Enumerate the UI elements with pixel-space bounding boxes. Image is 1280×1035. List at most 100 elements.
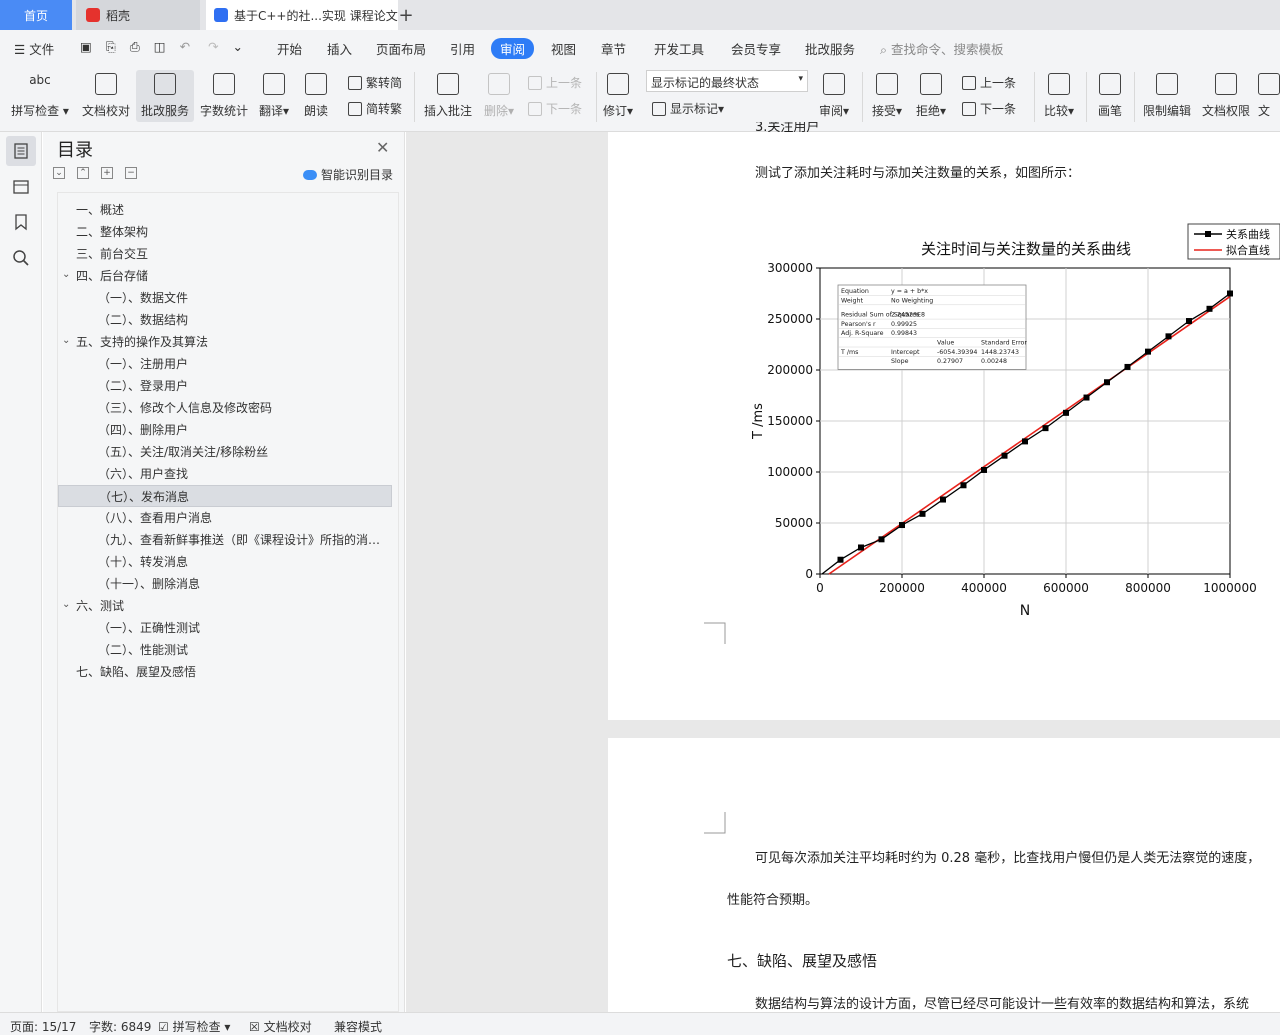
document-canvas[interactable]: 3.关注用户 测试了添加关注耗时与添加关注数量的关系，如图所示： 关注时间与关注… <box>406 122 1280 1018</box>
correction-service-button[interactable]: 批改服务 <box>136 70 194 122</box>
tab-daoke[interactable]: 稻壳 <box>76 0 200 30</box>
toc-item[interactable]: （一）、正确性测试 <box>58 617 392 639</box>
toc-item[interactable]: （五）、关注/取消关注/移除粉丝 <box>58 441 392 463</box>
menu-chapter[interactable]: 章节 <box>601 39 626 58</box>
correction-service-label: 批改服务 <box>140 104 189 118</box>
toc-item[interactable]: （四）、删除用户 <box>58 419 392 441</box>
customize-dropdown-icon[interactable]: ⌄ <box>233 39 243 54</box>
toc-item[interactable]: （七）、发布消息 <box>58 485 392 507</box>
word-count-button[interactable]: 字数统计 <box>197 70 251 122</box>
pen-button[interactable]: 画笔 <box>1092 70 1128 122</box>
doc-proof-button[interactable]: 文档校对 <box>78 70 134 122</box>
reject-change-button[interactable]: 拒绝▾ <box>912 70 950 122</box>
simple-to-trad-button[interactable]: 简转繁 <box>348 100 402 117</box>
review-pane-button[interactable]: 审阅▾ <box>814 70 854 122</box>
close-icon[interactable]: ✕ <box>376 138 389 157</box>
toc-item[interactable]: （九）、查看新鲜事推送（即《课程设计》所指的消息列表） <box>58 529 392 551</box>
toc-item[interactable]: 六、测试 <box>58 595 392 617</box>
new-tab-plus-icon[interactable]: + <box>398 0 414 30</box>
data-point <box>837 556 844 563</box>
menu-member[interactable]: 会员专享 <box>731 39 781 58</box>
smart-toc-button[interactable]: 智能识别目录 <box>303 166 393 183</box>
toc-item[interactable]: （十一）、删除消息 <box>58 573 392 595</box>
print-icon[interactable]: ⎙ <box>130 39 140 54</box>
toc-item[interactable]: （三）、修改个人信息及修改密码 <box>58 397 392 419</box>
restrict-editing-button[interactable]: 限制编辑 <box>1140 70 1194 122</box>
toc-item[interactable]: （六）、用户查找 <box>58 463 392 485</box>
tab-daoke-label: 稻壳 <box>106 8 131 23</box>
show-markup-icon <box>652 101 666 116</box>
fit-table-cell: 0.99925 <box>891 321 917 328</box>
expand-all-icon[interactable]: ⌃ <box>77 167 89 179</box>
toc-item[interactable]: 二、整体架构 <box>58 221 392 243</box>
data-point <box>899 522 905 529</box>
status-doc-proof[interactable]: ☒ 文档校对 <box>249 1018 312 1035</box>
prev-comment-button[interactable]: 上一条 <box>528 74 582 91</box>
save-icon[interactable]: ▣ <box>80 39 92 54</box>
translate-button[interactable]: 翻译▾ <box>254 70 294 122</box>
accept-change-button[interactable]: 接受▾ <box>868 70 906 122</box>
redo-icon[interactable]: ↷ <box>208 39 218 54</box>
remove-heading-icon[interactable]: − <box>125 167 137 179</box>
preview-icon[interactable]: ◫ <box>154 39 166 54</box>
data-point <box>1083 394 1090 401</box>
undo-icon[interactable]: ↶ <box>180 39 190 54</box>
toc-item[interactable]: 五、支持的操作及其算法 <box>58 331 392 353</box>
menu-insert[interactable]: 插入 <box>327 39 352 58</box>
toc-item[interactable]: （八）、查看用户消息 <box>58 507 392 529</box>
menu-review[interactable]: 审阅 <box>491 38 535 59</box>
menu-page-layout[interactable]: 页面布局 <box>376 39 426 58</box>
toc-item[interactable]: （十）、转发消息 <box>58 551 392 573</box>
menu-view[interactable]: 视图 <box>551 39 576 58</box>
bookmark-nav-button[interactable] <box>11 212 31 232</box>
fit-table-cell: 0.99843 <box>891 330 917 337</box>
chapter-nav-button[interactable] <box>11 176 31 196</box>
tab-document[interactable]: 基于C++的社...实现 课程论文 <box>206 0 398 30</box>
toc-item[interactable]: 四、后台存储 <box>58 265 392 287</box>
toc-item[interactable]: （一）、数据文件 <box>58 287 392 309</box>
spell-check-button[interactable]: abc 拼写检查 ▾ <box>8 70 72 122</box>
menu-correction[interactable]: 批改服务 <box>805 39 855 58</box>
bookmark-icon <box>15 214 27 231</box>
track-changes-button[interactable]: 修订▾ <box>600 70 636 122</box>
menu-start[interactable]: 开始 <box>277 39 302 58</box>
toc-item[interactable]: 一、概述 <box>58 199 392 221</box>
menu-dev-tools[interactable]: 开发工具 <box>654 39 704 58</box>
toc-item[interactable]: （二）、性能测试 <box>58 639 392 661</box>
find-nav-button[interactable] <box>11 248 31 268</box>
menu-reference[interactable]: 引用 <box>450 39 475 58</box>
insert-comment-button[interactable]: 插入批注 <box>420 70 476 122</box>
toc-item[interactable]: 七、缺陷、展望及感悟 <box>58 661 392 683</box>
export-icon[interactable]: ⎘ <box>106 39 116 54</box>
abc-check-icon: abc <box>29 73 51 87</box>
delete-comment-button[interactable]: 删除▾ <box>480 70 518 122</box>
trad-to-simple-button[interactable]: 繁转简 <box>348 74 402 91</box>
add-heading-icon[interactable]: + <box>101 167 113 179</box>
read-aloud-button[interactable]: 朗读 <box>298 70 334 122</box>
collapse-all-icon[interactable]: ⌄ <box>53 167 65 179</box>
compare-button[interactable]: 比较▾ <box>1040 70 1078 122</box>
page-indicator[interactable]: 页面: 15/17 <box>10 1018 76 1035</box>
more-ribbon-button[interactable]: 文 <box>1258 70 1280 122</box>
next-comment-button[interactable]: 下一条 <box>528 100 582 117</box>
word-count-indicator[interactable]: 字数: 6849 <box>89 1018 151 1035</box>
markup-state-select[interactable]: 显示标记的最终状态 ▾ <box>646 70 808 92</box>
prev-change-button[interactable]: 上一条 <box>962 74 1016 91</box>
fit-table-cell: 1448.23743 <box>981 349 1019 356</box>
chart-legend: 关系曲线 拟合直线 <box>1187 223 1280 260</box>
toc-nav-button[interactable] <box>6 136 36 166</box>
toc-item[interactable]: 三、前台交互 <box>58 243 392 265</box>
tab-home[interactable]: 首页 <box>0 0 72 30</box>
data-point <box>960 482 967 489</box>
toc-item[interactable]: （二）、登录用户 <box>58 375 392 397</box>
ribbon-divider <box>1086 72 1087 122</box>
command-search[interactable]: ⌕ 查找命令、搜索模板 <box>880 39 1004 58</box>
next-change-button[interactable]: 下一条 <box>962 100 1016 117</box>
file-menu-button[interactable]: ☰ 文件 <box>14 39 54 58</box>
status-spell-check[interactable]: ☑ 拼写检查 ▾ <box>158 1018 230 1035</box>
toc-item[interactable]: （二）、数据结构 <box>58 309 392 331</box>
toc-item[interactable]: （一）、注册用户 <box>58 353 392 375</box>
fit-table-cell: Equation <box>841 288 869 295</box>
show-markup-button[interactable]: 显示标记 ▾ <box>652 100 724 117</box>
doc-permission-button[interactable]: 文档权限 <box>1198 70 1254 122</box>
